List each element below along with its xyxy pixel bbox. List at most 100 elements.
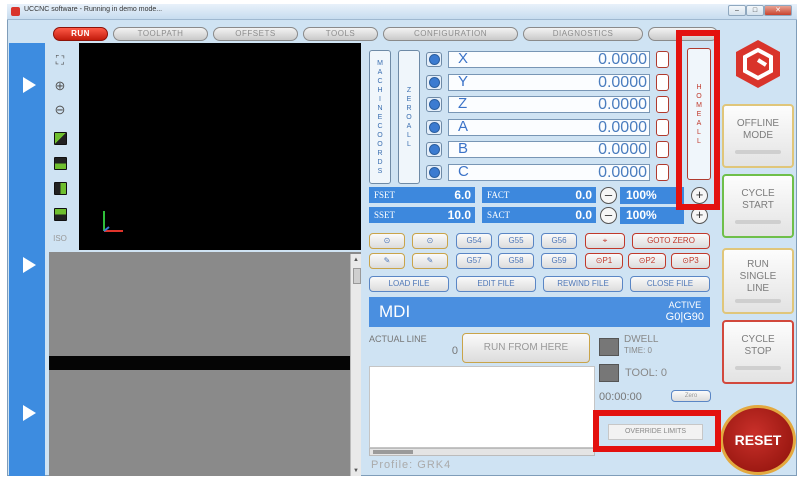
g55-button[interactable]: G55 [498,233,534,249]
zero-axis-y-button[interactable] [426,74,442,90]
home-axis-z-button[interactable] [656,96,669,113]
axis-a-value[interactable]: 0.0000 [448,118,650,136]
tab-toolpath[interactable]: TOOLPATH [113,27,208,41]
cycle-label: CYCLE [741,188,775,199]
goto-p2-button[interactable]: ⊙P2 [628,253,666,269]
feed-set-display: FSET 6.0 [369,187,475,203]
view-top-icon[interactable] [50,155,70,171]
tool-change-button[interactable]: ✎ [369,253,405,269]
g58-button[interactable]: G58 [498,253,534,269]
cycle-start-indicator [735,220,781,224]
console-scroll-thumb[interactable] [373,450,413,454]
zoom-out-icon[interactable]: ⊖ [50,102,70,118]
view-side-icon[interactable] [50,206,70,222]
toolpath-viewport[interactable] [79,43,361,250]
mdi-label: MDI [379,302,411,321]
tab-run[interactable]: RUN [53,27,108,41]
zoom-in-icon[interactable]: ⊕ [50,78,70,94]
refresh-button[interactable]: ⊙ [412,233,448,249]
rewind-file-button[interactable]: REWIND FILE [543,276,623,292]
offline-mode-button[interactable]: OFFLINE MODE [722,104,794,168]
view-iso-icon[interactable] [50,130,70,146]
active-modes-value: G0|G90 [665,311,704,323]
load-file-button[interactable]: LOAD FILE [369,276,449,292]
probe-button[interactable]: ⌖ [585,233,625,249]
zero-icon [428,121,440,133]
tool-measure-button[interactable]: ✎ [412,253,448,269]
mdi-input[interactable] [442,300,642,324]
cycle-start-button[interactable]: CYCLE START [722,174,794,238]
offline-label: OFFLINE [736,118,780,129]
axis-b-label: B [458,140,469,157]
maximize-button[interactable]: □ [746,5,764,16]
iso-view-button[interactable]: ISO [50,230,70,246]
axis-z-value[interactable]: 0.0000 [448,96,650,113]
axis-x-value[interactable]: 0.0000 [448,51,650,68]
tab-diagnostics[interactable]: DIAGNOSTICS [523,27,643,41]
reset-button[interactable]: RESET [720,405,796,475]
console-scrollbar[interactable] [369,448,595,456]
home-axis-c-button[interactable] [656,163,669,181]
axis-z-label: Z [458,95,468,112]
g56-button[interactable]: G56 [541,233,577,249]
home-axis-a-button[interactable] [656,118,669,136]
actual-line: ACTUAL LINE 0 [369,333,467,365]
run-from-here-button[interactable]: RUN FROM HERE [462,333,590,363]
spindle-minus-button[interactable]: – [600,207,617,224]
goto-p3-button[interactable]: ⊙P3 [671,253,710,269]
g59-button[interactable]: G59 [541,253,577,269]
console-area[interactable] [369,366,595,448]
close-file-button[interactable]: CLOSE FILE [630,276,710,292]
home-axis-y-button[interactable] [656,73,669,91]
start-label: START [742,200,774,211]
home-axis-b-button[interactable] [656,141,669,158]
current-line-highlight [49,356,354,370]
edit-file-button[interactable]: EDIT FILE [456,276,536,292]
spindle-actual-display: SACT 0.0 [482,207,596,223]
axis-y-value[interactable]: 0.0000 [448,73,650,91]
tab-offsets[interactable]: OFFSETS [213,27,298,41]
axis-c-value[interactable]: 0.0000 [448,163,650,181]
spindle-set-display: SSET 10.0 [369,207,475,223]
goto-p1-button[interactable]: ⊙P1 [585,253,623,269]
scroll-down-icon[interactable]: ▼ [353,468,359,474]
cycle-stop-indicator [735,366,781,370]
run-single-line-button[interactable]: RUN SINGLE LINE [722,248,794,314]
feed-actual-label: FACT [487,190,510,200]
zero-axis-c-button[interactable] [426,164,442,180]
feed-actual-value: 0.0 [575,188,592,202]
scroll-up-icon[interactable]: ▲ [353,257,359,263]
zero-axis-x-button[interactable] [426,52,442,67]
machine-coords-button[interactable]: MACHINECOORDS [369,50,391,184]
gcode-scrollbar[interactable]: ▲ ▼ [350,254,361,476]
feed-minus-button[interactable]: – [600,187,617,204]
zero-icon [428,166,440,178]
zoom-search-button[interactable]: ⊙ [369,233,405,249]
tool-icon: ✎ [383,256,391,265]
zero-icon [428,76,440,88]
home-axis-x-button[interactable] [656,51,669,68]
zero-axis-b-button[interactable] [426,142,442,157]
view-front-icon[interactable] [50,180,70,196]
magnifier-icon: ⊙ [383,236,391,245]
zero-axis-a-button[interactable] [426,119,442,135]
g57-button[interactable]: G57 [456,253,492,269]
goto-zero-button[interactable]: GOTO ZERO [632,233,710,249]
g54-button[interactable]: G54 [456,233,492,249]
scroll-thumb[interactable] [353,268,361,284]
zero-axis-z-button[interactable] [426,97,442,112]
close-button[interactable]: ✕ [764,5,792,16]
tab-tools[interactable]: TOOLS [303,27,378,41]
cycle-stop-button[interactable]: CYCLE STOP [722,320,794,384]
fit-view-icon[interactable]: ⛶ [50,52,70,68]
axis-b-value[interactable]: 0.0000 [448,141,650,158]
tab-configuration[interactable]: CONFIGURATION [383,27,518,41]
minimize-button[interactable]: – [728,5,746,16]
zero-all-button[interactable]: ZEROALL [398,50,420,184]
arrow-right-icon[interactable] [23,257,36,273]
timer-zero-button[interactable]: Zero [671,390,711,402]
zero-all-letter: R [406,104,412,112]
arrow-right-icon[interactable] [23,77,36,93]
arrow-right-icon[interactable] [23,405,36,421]
mdi-bar[interactable]: MDI ACTIVE G0|G90 [369,297,710,327]
